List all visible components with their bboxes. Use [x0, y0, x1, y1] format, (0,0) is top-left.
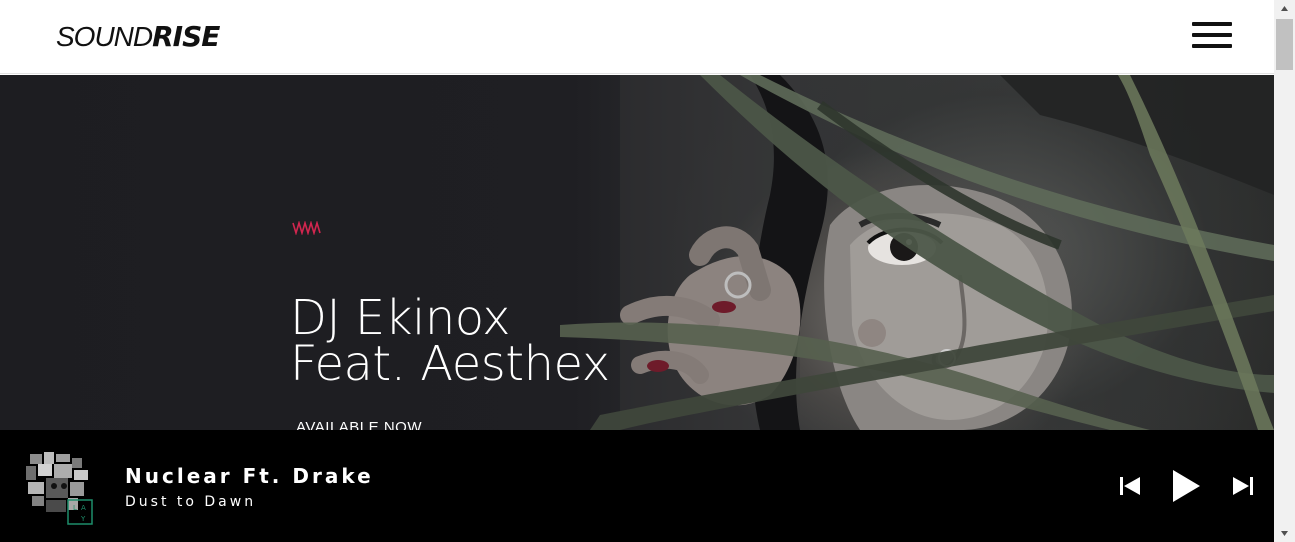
track-album: Dust to Dawn — [125, 494, 257, 510]
cover-badge-letter: L — [73, 504, 77, 512]
site-header: SOUNDRISE — [0, 0, 1274, 74]
hamburger-icon-bar — [1192, 33, 1232, 37]
previous-icon — [1120, 477, 1123, 495]
play-icon — [1173, 470, 1200, 502]
scrollbar-thumb[interactable] — [1276, 19, 1293, 70]
cover-badge-letter: Y — [80, 515, 86, 523]
hamburger-icon-bar — [1192, 22, 1232, 26]
logo-sound-text: SOUND — [56, 21, 153, 52]
wave-icon — [292, 221, 321, 235]
previous-track-button[interactable] — [1119, 476, 1141, 496]
cover-badge-letter: A — [81, 504, 86, 512]
vertical-scrollbar[interactable] — [1274, 0, 1295, 542]
hero-portrait-image — [560, 75, 1274, 430]
next-track-button[interactable] — [1232, 476, 1254, 496]
hero-banner: DJ Ekinox Feat. Aesthex AVAILABLE NOW — [0, 75, 1274, 430]
available-now-link[interactable]: AVAILABLE NOW — [296, 419, 422, 430]
track-title: Nuclear Ft. Drake — [125, 464, 374, 488]
hero-title-line-2: Feat. Aesthex — [290, 336, 610, 393]
scroll-down-button[interactable] — [1274, 525, 1295, 542]
album-cover-image[interactable]: L A Y — [24, 450, 94, 526]
hamburger-menu-button[interactable] — [1192, 22, 1234, 52]
play-button[interactable] — [1170, 468, 1202, 504]
scroll-up-button[interactable] — [1274, 0, 1295, 17]
page: SOUNDRISE DJ Ekinox Feat. Aesthex AVAILA… — [0, 0, 1274, 542]
hamburger-icon-bar — [1192, 44, 1232, 48]
logo[interactable]: SOUNDRISE — [56, 20, 220, 54]
hero-title-line-1: DJ Ekinox — [290, 290, 511, 347]
next-icon — [1233, 477, 1249, 495]
music-player-bar: L A Y Nuclear Ft. Drake Dust to Dawn — [0, 430, 1274, 542]
logo-rise-text: RISE — [152, 20, 220, 53]
hero-title: DJ Ekinox Feat. Aesthex — [290, 290, 610, 393]
